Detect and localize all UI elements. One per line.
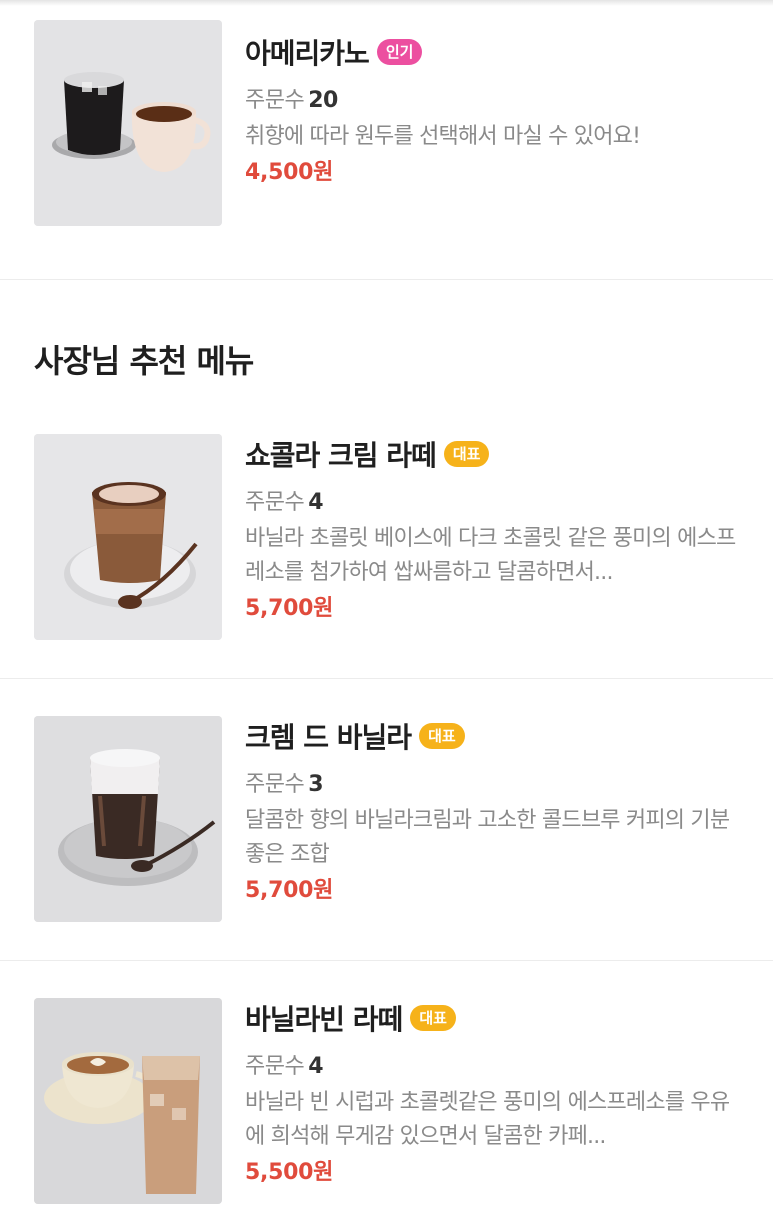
menu-item-photo xyxy=(34,20,222,226)
menu-item-price: 4,500원 xyxy=(245,160,334,185)
menu-item-photo xyxy=(34,998,222,1204)
order-count-value: 4 xyxy=(308,490,324,515)
menu-item-description: 바닐라 빈 시럽과 초콜렛같은 풍미의 에스프레소를 우유에 희석해 무게감 있… xyxy=(245,1090,730,1149)
menu-item-chocolat-cream-latte[interactable]: 쇼콜라 크림 라떼 대표 주문수 4 바닐라 초콜릿 베이스에 다크 초콜릿 같은… xyxy=(0,434,773,654)
menu-item-creme-de-vanilla[interactable]: 크렘 드 바닐라 대표 주문수 3 달콤한 향의 바닐라크림과 고소한 콜드브루 … xyxy=(0,716,773,936)
order-count: 주문수 3 xyxy=(245,766,743,797)
menu-item-photo xyxy=(34,716,222,922)
order-count-label: 주문수 xyxy=(245,1054,305,1079)
menu-item-description: 취향에 따라 원두를 선택해서 마실 수 있어요! xyxy=(245,124,641,149)
menu-item-name: 쇼콜라 크림 라떼 xyxy=(245,439,437,472)
menu-item-info: 쇼콜라 크림 라떼 대표 주문수 4 바닐라 초콜릿 베이스에 다크 초콜릿 같은… xyxy=(245,434,743,626)
signature-badge: 대표 xyxy=(419,723,465,749)
menu-item-name: 바닐라빈 라떼 xyxy=(245,1003,403,1036)
menu-item-name: 크렘 드 바닐라 xyxy=(245,721,412,754)
menu-item-description: 바닐라 초콜릿 베이스에 다크 초콜릿 같은 풍미의 에스프레소를 첨가하여 쌉… xyxy=(245,526,736,585)
menu-item-photo xyxy=(34,434,222,640)
item-divider xyxy=(0,960,773,961)
popular-badge: 인기 xyxy=(376,39,423,65)
order-count: 주문수 4 xyxy=(245,1048,743,1079)
menu-item-vanilla-bean-latte[interactable]: 바닐라빈 라떼 대표 주문수 4 바닐라 빈 시럽과 초콜렛같은 풍미의 에스프레… xyxy=(0,998,773,1212)
menu-item-price: 5,700원 xyxy=(245,596,334,621)
menu-item-price: 5,700원 xyxy=(245,878,334,903)
signature-badge: 대표 xyxy=(443,441,490,467)
item-divider xyxy=(0,678,773,679)
section-divider xyxy=(0,279,773,280)
menu-item-name: 아메리카노 xyxy=(245,37,370,70)
order-count-label: 주문수 xyxy=(245,490,305,515)
order-count-label: 주문수 xyxy=(245,772,305,797)
menu-item-americano[interactable]: 아메리카노 인기 주문수 20 취향에 따라 원두를 선택해서 마실 수 있어요!… xyxy=(0,20,773,240)
order-count-value: 4 xyxy=(308,1054,324,1079)
menu-item-description: 달콤한 향의 바닐라크림과 고소한 콜드브루 커피의 기분 좋은 조합 xyxy=(245,808,730,867)
section-title-recommend: 사장님 추천 메뉴 xyxy=(34,342,254,380)
order-count: 주문수 20 xyxy=(245,82,743,113)
menu-item-price: 5,500원 xyxy=(245,1160,334,1185)
order-count-value: 3 xyxy=(308,772,324,797)
order-count-label: 주문수 xyxy=(245,88,305,113)
order-count-value: 20 xyxy=(308,88,338,113)
signature-badge: 대표 xyxy=(410,1005,456,1031)
order-count: 주문수 4 xyxy=(245,484,743,515)
menu-item-info: 아메리카노 인기 주문수 20 취향에 따라 원두를 선택해서 마실 수 있어요!… xyxy=(245,32,743,190)
top-edge-shadow xyxy=(0,0,773,6)
menu-item-info: 바닐라빈 라떼 대표 주문수 4 바닐라 빈 시럽과 초콜렛같은 풍미의 에스프레… xyxy=(245,998,743,1190)
menu-item-info: 크렘 드 바닐라 대표 주문수 3 달콤한 향의 바닐라크림과 고소한 콜드브루 … xyxy=(245,716,743,908)
